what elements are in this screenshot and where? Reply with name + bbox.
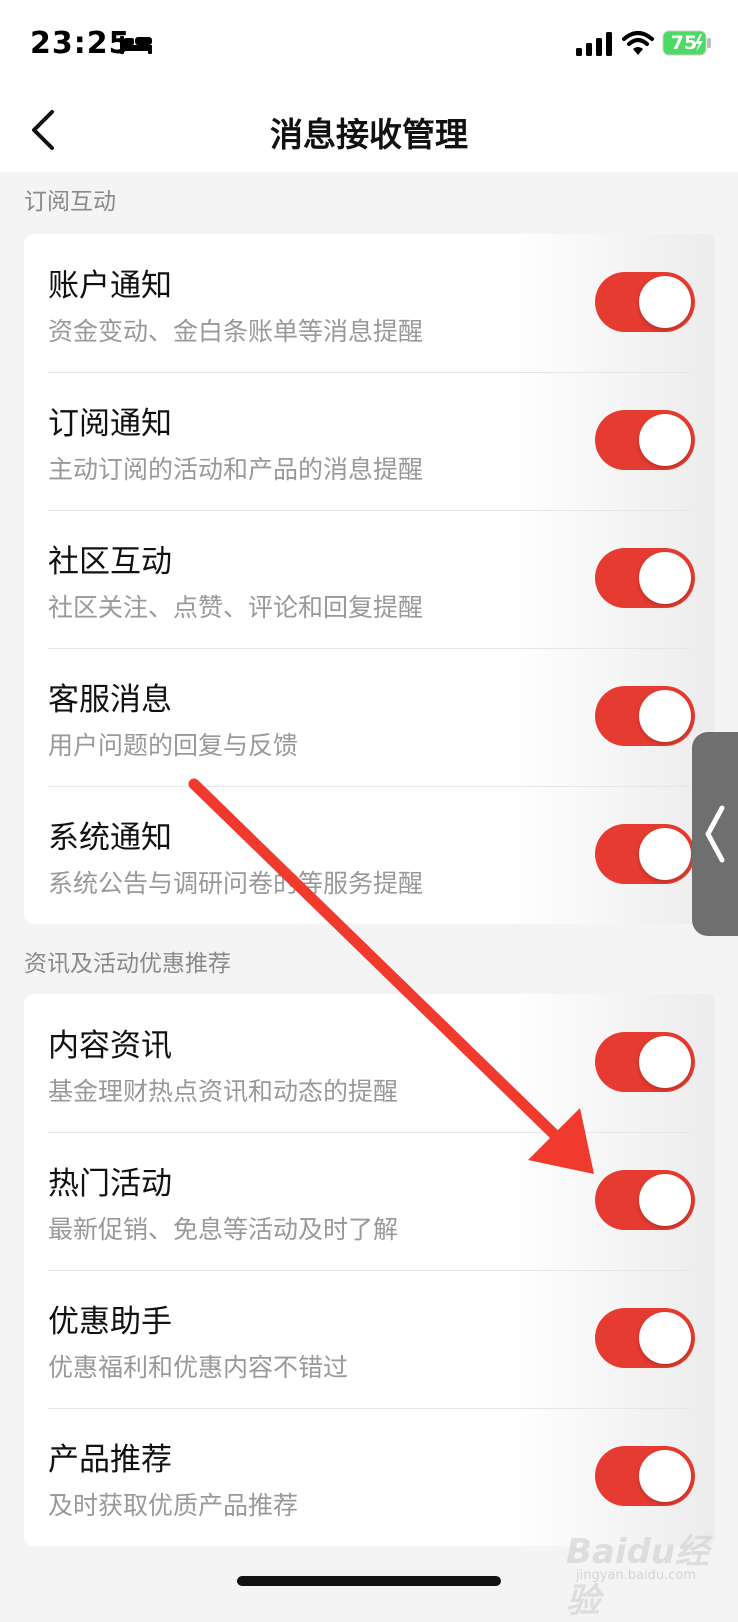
toggle-knob <box>639 690 691 742</box>
signal-icon <box>576 32 612 56</box>
setting-row-customer-service[interactable]: 客服消息 用户问题的回复与反馈 <box>24 648 715 786</box>
settings-card-subscription: 账户通知 资金变动、金白条账单等消息提醒 订阅通知 主动订阅的活动和产品的消息提… <box>24 234 715 924</box>
battery-level: 75 <box>670 32 698 54</box>
setting-title: 系统通知 <box>48 820 172 856</box>
wifi-icon <box>622 31 654 55</box>
setting-row-account-notice[interactable]: 账户通知 资金变动、金白条账单等消息提醒 <box>24 234 715 372</box>
bed-icon <box>120 36 152 54</box>
setting-subtitle: 优惠福利和优惠内容不错过 <box>48 1353 349 1382</box>
setting-row-community[interactable]: 社区互动 社区关注、点赞、评论和回复提醒 <box>24 510 715 648</box>
setting-title: 社区互动 <box>48 544 172 580</box>
setting-row-system-notice[interactable]: 系统通知 系统公告与调研问卷的等服务提醒 <box>24 786 715 924</box>
toggle-knob <box>639 414 691 466</box>
page-title: 消息接收管理 <box>270 115 468 154</box>
section-header-subscription: 订阅互动 <box>24 189 116 215</box>
setting-subtitle: 主动订阅的活动和产品的消息提醒 <box>48 455 424 484</box>
setting-row-hot-activities[interactable]: 热门活动 最新促销、免息等活动及时了解 <box>24 1132 715 1270</box>
settings-card-promotions: 内容资讯 基金理财热点资讯和动态的提醒 热门活动 最新促销、免息等活动及时了解 … <box>24 994 715 1546</box>
setting-subtitle: 用户问题的回复与反馈 <box>48 731 299 760</box>
setting-title: 优惠助手 <box>48 1304 172 1340</box>
watermark: Baidu经验 jingyan.baidu.com <box>566 1524 716 1621</box>
setting-row-subscription-notice[interactable]: 订阅通知 主动订阅的活动和产品的消息提醒 <box>24 372 715 510</box>
setting-subtitle: 最新促销、免息等活动及时了解 <box>48 1215 399 1244</box>
setting-title: 订阅通知 <box>48 406 172 442</box>
setting-row-content-news[interactable]: 内容资讯 基金理财热点资讯和动态的提醒 <box>24 994 715 1132</box>
toggle-knob <box>639 828 691 880</box>
setting-title: 内容资讯 <box>48 1028 172 1064</box>
section-header-promotions: 资讯及活动优惠推荐 <box>24 951 231 977</box>
toggle-knob <box>639 552 691 604</box>
toggle-switch[interactable] <box>595 410 695 470</box>
toggle-knob <box>639 1174 691 1226</box>
setting-row-discount-helper[interactable]: 优惠助手 优惠福利和优惠内容不错过 <box>24 1270 715 1408</box>
home-indicator <box>237 1576 501 1586</box>
toggle-knob <box>639 276 691 328</box>
setting-title: 产品推荐 <box>48 1442 172 1478</box>
toggle-switch[interactable] <box>595 1446 695 1506</box>
status-bar: 23:25 75 <box>0 0 738 90</box>
setting-title: 热门活动 <box>48 1166 172 1202</box>
setting-title: 客服消息 <box>48 682 172 718</box>
setting-subtitle: 资金变动、金白条账单等消息提醒 <box>48 317 424 346</box>
toggle-knob <box>639 1450 691 1502</box>
watermark-url: jingyan.baidu.com <box>576 1568 696 1583</box>
toggle-switch[interactable] <box>595 1032 695 1092</box>
toggle-knob <box>639 1036 691 1088</box>
toggle-switch[interactable] <box>595 272 695 332</box>
side-drawer-handle[interactable] <box>692 732 738 936</box>
toggle-switch-hot-activities[interactable] <box>595 1170 695 1230</box>
toggle-knob <box>639 1312 691 1364</box>
toggle-switch[interactable] <box>595 1308 695 1368</box>
setting-subtitle: 系统公告与调研问卷的等服务提醒 <box>48 869 424 898</box>
nav-bar: 消息接收管理 <box>0 90 738 172</box>
setting-title: 账户通知 <box>48 268 172 304</box>
setting-subtitle: 社区关注、点赞、评论和回复提醒 <box>48 593 424 622</box>
toggle-switch[interactable] <box>595 548 695 608</box>
chevron-left-icon <box>705 805 725 863</box>
toggle-switch[interactable] <box>595 686 695 746</box>
setting-subtitle: 基金理财热点资讯和动态的提醒 <box>48 1077 399 1106</box>
toggle-switch[interactable] <box>595 824 695 884</box>
setting-subtitle: 及时获取优质产品推荐 <box>48 1491 299 1520</box>
status-time: 23:25 <box>30 26 131 61</box>
